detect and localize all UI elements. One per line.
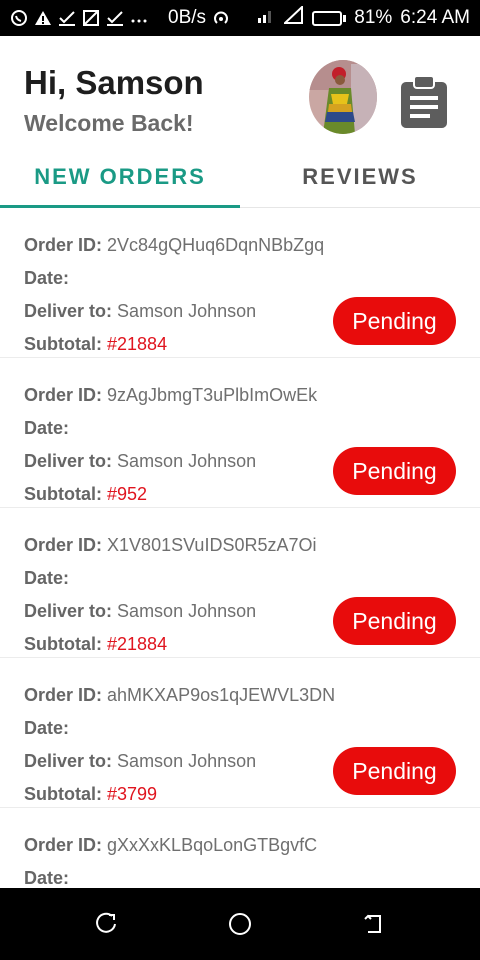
- order-card[interactable]: Order ID: 9zAgJbmgT3uPlbImOwEk Date: Del…: [0, 358, 480, 508]
- subtotal-row: Subtotal: #952: [24, 484, 147, 505]
- subtotal-value: #21884: [107, 634, 168, 654]
- subtotal-row: Subtotal: #3799: [24, 784, 157, 805]
- order-id-row: Order ID: 9zAgJbmgT3uPlbImOwEk: [24, 385, 317, 406]
- deliver-to-row: Deliver to: Samson Johnson: [24, 751, 256, 772]
- date-label: Date:: [24, 418, 70, 438]
- date-row: Date:: [24, 268, 69, 289]
- pending-status-button[interactable]: Pending: [333, 597, 456, 645]
- tab-reviews[interactable]: REVIEWS: [240, 146, 480, 208]
- deliver-to-value: Samson Johnson: [117, 301, 257, 321]
- whatsapp-icon: [10, 9, 28, 27]
- back-icon[interactable]: [362, 912, 386, 936]
- orders-list[interactable]: Order ID: 2Vc84gQHuq6DqnNBbZgq Date: Del…: [0, 208, 480, 888]
- deliver-to-value: Samson Johnson: [117, 601, 257, 621]
- welcome-subtitle: Welcome Back!: [24, 110, 194, 136]
- date-row: Date:: [24, 718, 69, 739]
- subtotal-value: #3799: [107, 784, 158, 804]
- tab-new-orders[interactable]: NEW ORDERS: [0, 146, 240, 208]
- order-id-label: Order ID:: [24, 835, 103, 855]
- check-icon: [106, 9, 124, 27]
- more-icon: [130, 9, 148, 27]
- date-label: Date:: [24, 868, 70, 888]
- pending-status-button[interactable]: Pending: [333, 447, 456, 495]
- order-id-value: 9zAgJbmgT3uPlbImOwEk: [107, 385, 318, 405]
- navigation-bar: [0, 888, 480, 960]
- hotspot-icon: [212, 9, 230, 27]
- battery-percent: 81%: [354, 7, 393, 28]
- order-card[interactable]: Order ID: ahMKXAP9os1qJEWVL3DN Date: Del…: [0, 658, 480, 808]
- header: Hi, Samson Welcome Back!: [0, 36, 480, 146]
- signal-icon: [282, 4, 304, 30]
- deliver-to-row: Deliver to: Samson Johnson: [24, 301, 256, 322]
- deliver-to-label: Deliver to:: [24, 301, 113, 321]
- date-row: Date:: [24, 868, 69, 888]
- pending-status-button[interactable]: Pending: [333, 297, 456, 345]
- order-id-label: Order ID:: [24, 385, 103, 405]
- subtotal-label: Subtotal:: [24, 634, 102, 654]
- order-id-value: 2Vc84gQHuq6DqnNBbZgq: [107, 235, 325, 255]
- order-id-value: ahMKXAP9os1qJEWVL3DN: [107, 685, 336, 705]
- order-id-label: Order ID:: [24, 685, 103, 705]
- subtotal-value: #21884: [107, 334, 168, 354]
- warning-icon: [34, 9, 52, 27]
- subtotal-label: Subtotal:: [24, 334, 102, 354]
- deliver-to-row: Deliver to: Samson Johnson: [24, 451, 256, 472]
- avatar[interactable]: [309, 60, 377, 134]
- tab-bar: NEW ORDERS REVIEWS: [0, 146, 480, 208]
- order-id-label: Order ID:: [24, 535, 103, 555]
- network-speed: 0B/s: [168, 7, 207, 28]
- recent-apps-icon[interactable]: [95, 912, 119, 936]
- status-bar: 0B/s 81% 6:24 AM: [0, 0, 480, 36]
- subtotal-row: Subtotal: #21884: [24, 634, 167, 655]
- clipboard-icon[interactable]: [398, 74, 450, 130]
- order-card[interactable]: Order ID: 2Vc84gQHuq6DqnNBbZgq Date: Del…: [0, 208, 480, 358]
- deliver-to-value: Samson Johnson: [117, 451, 257, 471]
- deliver-to-label: Deliver to:: [24, 751, 113, 771]
- order-id-label: Order ID:: [24, 235, 103, 255]
- check-icon: [58, 9, 76, 27]
- screenshot-icon: [82, 9, 100, 27]
- pending-status-button[interactable]: Pending: [333, 747, 456, 795]
- deliver-to-value: Samson Johnson: [117, 751, 257, 771]
- deliver-to-row: Deliver to: Samson Johnson: [24, 601, 256, 622]
- date-label: Date:: [24, 718, 70, 738]
- order-id-row: Order ID: 2Vc84gQHuq6DqnNBbZgq: [24, 235, 324, 256]
- order-id-value: X1V801SVuIDS0R5zA7Oi: [107, 535, 317, 555]
- date-row: Date:: [24, 568, 69, 589]
- greeting: Hi, Samson: [24, 64, 204, 101]
- battery-icon: [312, 10, 347, 26]
- signal-icon: [256, 6, 276, 30]
- date-label: Date:: [24, 568, 70, 588]
- subtotal-label: Subtotal:: [24, 484, 102, 504]
- subtotal-value: #952: [107, 484, 148, 504]
- order-card[interactable]: Order ID: X1V801SVuIDS0R5zA7Oi Date: Del…: [0, 508, 480, 658]
- order-id-value: gXxXxKLBqoLonGTBgvfC: [107, 835, 318, 855]
- order-id-row: Order ID: gXxXxKLBqoLonGTBgvfC: [24, 835, 317, 856]
- deliver-to-label: Deliver to:: [24, 451, 113, 471]
- deliver-to-label: Deliver to:: [24, 601, 113, 621]
- subtotal-label: Subtotal:: [24, 784, 102, 804]
- date-label: Date:: [24, 268, 70, 288]
- clock: 6:24 AM: [400, 7, 470, 28]
- order-id-row: Order ID: ahMKXAP9os1qJEWVL3DN: [24, 685, 335, 706]
- date-row: Date:: [24, 418, 69, 439]
- order-card[interactable]: Order ID: gXxXxKLBqoLonGTBgvfC Date:: [0, 808, 480, 888]
- home-icon[interactable]: [228, 912, 252, 936]
- subtotal-row: Subtotal: #21884: [24, 334, 167, 355]
- order-id-row: Order ID: X1V801SVuIDS0R5zA7Oi: [24, 535, 316, 556]
